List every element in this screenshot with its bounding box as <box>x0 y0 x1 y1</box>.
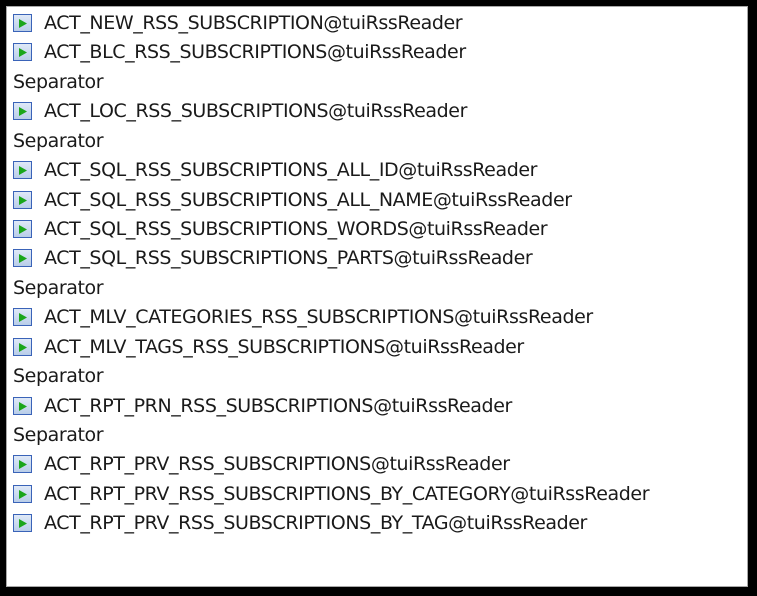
list-item-action[interactable]: ACT_NEW_RSS_SUBSCRIPTION@tuiRssReader <box>13 10 463 36</box>
separator-label: Separator <box>13 130 104 152</box>
list-item-action[interactable]: ACT_RPT_PRN_RSS_SUBSCRIPTIONS@tuiRssRead… <box>13 393 512 419</box>
action-label: ACT_MLV_TAGS_RSS_SUBSCRIPTIONS@tuiRssRea… <box>44 336 524 358</box>
separator-label: Separator <box>13 71 104 93</box>
list-item-action[interactable]: ACT_RPT_PRV_RSS_SUBSCRIPTIONS@tuiRssRead… <box>13 451 510 477</box>
action-label: ACT_RPT_PRN_RSS_SUBSCRIPTIONS@tuiRssRead… <box>44 395 512 417</box>
play-icon <box>13 397 32 415</box>
action-label: ACT_SQL_RSS_SUBSCRIPTIONS_ALL_NAME@tuiRs… <box>44 189 572 211</box>
action-label: ACT_RPT_PRV_RSS_SUBSCRIPTIONS@tuiRssRead… <box>44 453 510 475</box>
action-label: ACT_RPT_PRV_RSS_SUBSCRIPTIONS_BY_TAG@tui… <box>44 512 587 534</box>
list-item-action[interactable]: ACT_SQL_RSS_SUBSCRIPTIONS_WORDS@tuiRssRe… <box>13 216 548 242</box>
play-icon <box>13 220 32 238</box>
separator-label: Separator <box>13 365 104 387</box>
action-list[interactable]: ACT_NEW_RSS_SUBSCRIPTION@tuiRssReader AC… <box>6 6 748 587</box>
action-label: ACT_RPT_PRV_RSS_SUBSCRIPTIONS_BY_CATEGOR… <box>44 483 650 505</box>
list-item-action[interactable]: ACT_SQL_RSS_SUBSCRIPTIONS_ALL_ID@tuiRssR… <box>13 157 537 183</box>
action-label: ACT_SQL_RSS_SUBSCRIPTIONS_PARTS@tuiRssRe… <box>44 247 533 269</box>
play-icon <box>13 102 32 120</box>
play-icon <box>13 338 32 356</box>
action-label: ACT_NEW_RSS_SUBSCRIPTION@tuiRssReader <box>44 12 463 34</box>
list-item-separator[interactable]: Separator <box>13 422 104 448</box>
list-item-action[interactable]: ACT_BLC_RSS_SUBSCRIPTIONS@tuiRssReader <box>13 39 466 65</box>
play-icon <box>13 161 32 179</box>
list-item-action[interactable]: ACT_LOC_RSS_SUBSCRIPTIONS@tuiRssReader <box>13 98 467 124</box>
play-icon <box>13 485 32 503</box>
list-item-separator[interactable]: Separator <box>13 69 104 95</box>
play-icon <box>13 249 32 267</box>
play-icon <box>13 514 32 532</box>
action-label: ACT_SQL_RSS_SUBSCRIPTIONS_ALL_ID@tuiRssR… <box>44 159 538 181</box>
action-label: ACT_SQL_RSS_SUBSCRIPTIONS_WORDS@tuiRssRe… <box>44 218 548 240</box>
play-icon <box>13 191 32 209</box>
action-label: ACT_MLV_CATEGORIES_RSS_SUBSCRIPTIONS@tui… <box>44 306 593 328</box>
separator-label: Separator <box>13 277 104 299</box>
separator-label: Separator <box>13 424 104 446</box>
list-item-separator[interactable]: Separator <box>13 128 104 154</box>
list-item-action[interactable]: ACT_SQL_RSS_SUBSCRIPTIONS_ALL_NAME@tuiRs… <box>13 187 572 213</box>
list-item-action[interactable]: ACT_RPT_PRV_RSS_SUBSCRIPTIONS_BY_TAG@tui… <box>13 510 587 536</box>
action-label: ACT_LOC_RSS_SUBSCRIPTIONS@tuiRssReader <box>44 100 467 122</box>
list-item-separator[interactable]: Separator <box>13 363 104 389</box>
list-item-action[interactable]: ACT_MLV_CATEGORIES_RSS_SUBSCRIPTIONS@tui… <box>13 304 593 330</box>
action-label: ACT_BLC_RSS_SUBSCRIPTIONS@tuiRssReader <box>44 41 466 63</box>
play-icon <box>13 14 32 32</box>
play-icon <box>13 43 32 61</box>
list-item-separator[interactable]: Separator <box>13 275 104 301</box>
play-icon <box>13 455 32 473</box>
list-item-action[interactable]: ACT_MLV_TAGS_RSS_SUBSCRIPTIONS@tuiRssRea… <box>13 334 524 360</box>
list-item-action[interactable]: ACT_RPT_PRV_RSS_SUBSCRIPTIONS_BY_CATEGOR… <box>13 481 650 507</box>
list-item-action[interactable]: ACT_SQL_RSS_SUBSCRIPTIONS_PARTS@tuiRssRe… <box>13 245 533 271</box>
play-icon <box>13 308 32 326</box>
window-frame: ACT_NEW_RSS_SUBSCRIPTION@tuiRssReader AC… <box>0 0 757 596</box>
